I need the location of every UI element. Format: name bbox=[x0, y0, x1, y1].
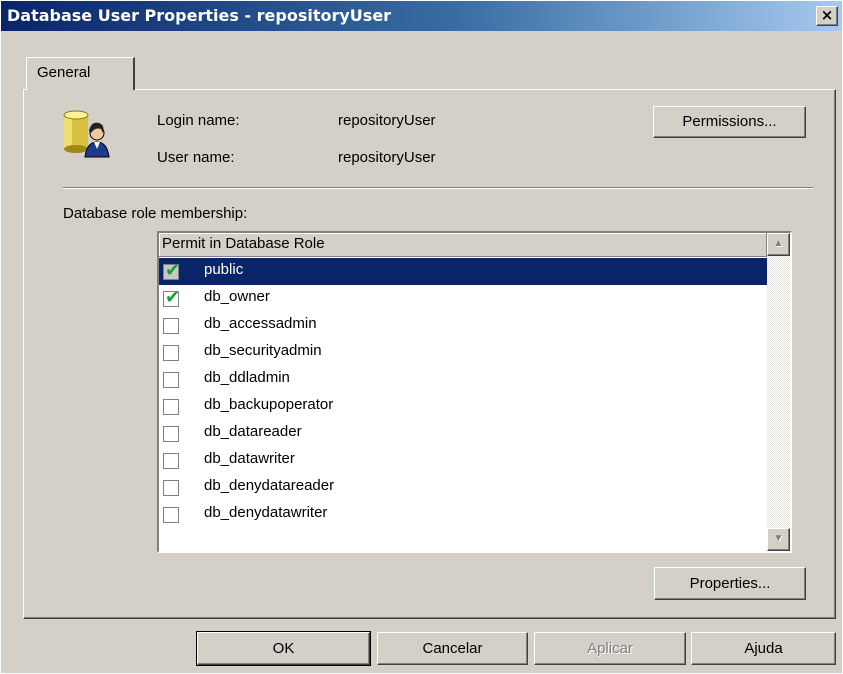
general-tab-panel bbox=[23, 89, 836, 619]
help-button-label: Ajuda bbox=[744, 640, 783, 657]
cancel-button-label: Cancelar bbox=[422, 640, 483, 657]
apply-button-label: Aplicar bbox=[587, 640, 633, 657]
close-button[interactable]: × bbox=[816, 6, 838, 26]
help-button[interactable]: Ajuda bbox=[691, 632, 836, 665]
cancel-button[interactable]: Cancelar bbox=[377, 632, 528, 665]
window-title: Database User Properties - repositoryUse… bbox=[7, 6, 392, 25]
dialog-window: Database User Properties - repositoryUse… bbox=[0, 0, 843, 674]
ok-button-label: OK bbox=[272, 640, 295, 657]
ok-button[interactable]: OK bbox=[196, 631, 371, 666]
apply-button[interactable]: Aplicar bbox=[534, 632, 686, 665]
tab-general[interactable]: General bbox=[26, 57, 135, 90]
tab-general-label: General bbox=[37, 64, 91, 81]
title-bar[interactable]: Database User Properties - repositoryUse… bbox=[1, 1, 842, 31]
close-icon: × bbox=[820, 6, 834, 24]
